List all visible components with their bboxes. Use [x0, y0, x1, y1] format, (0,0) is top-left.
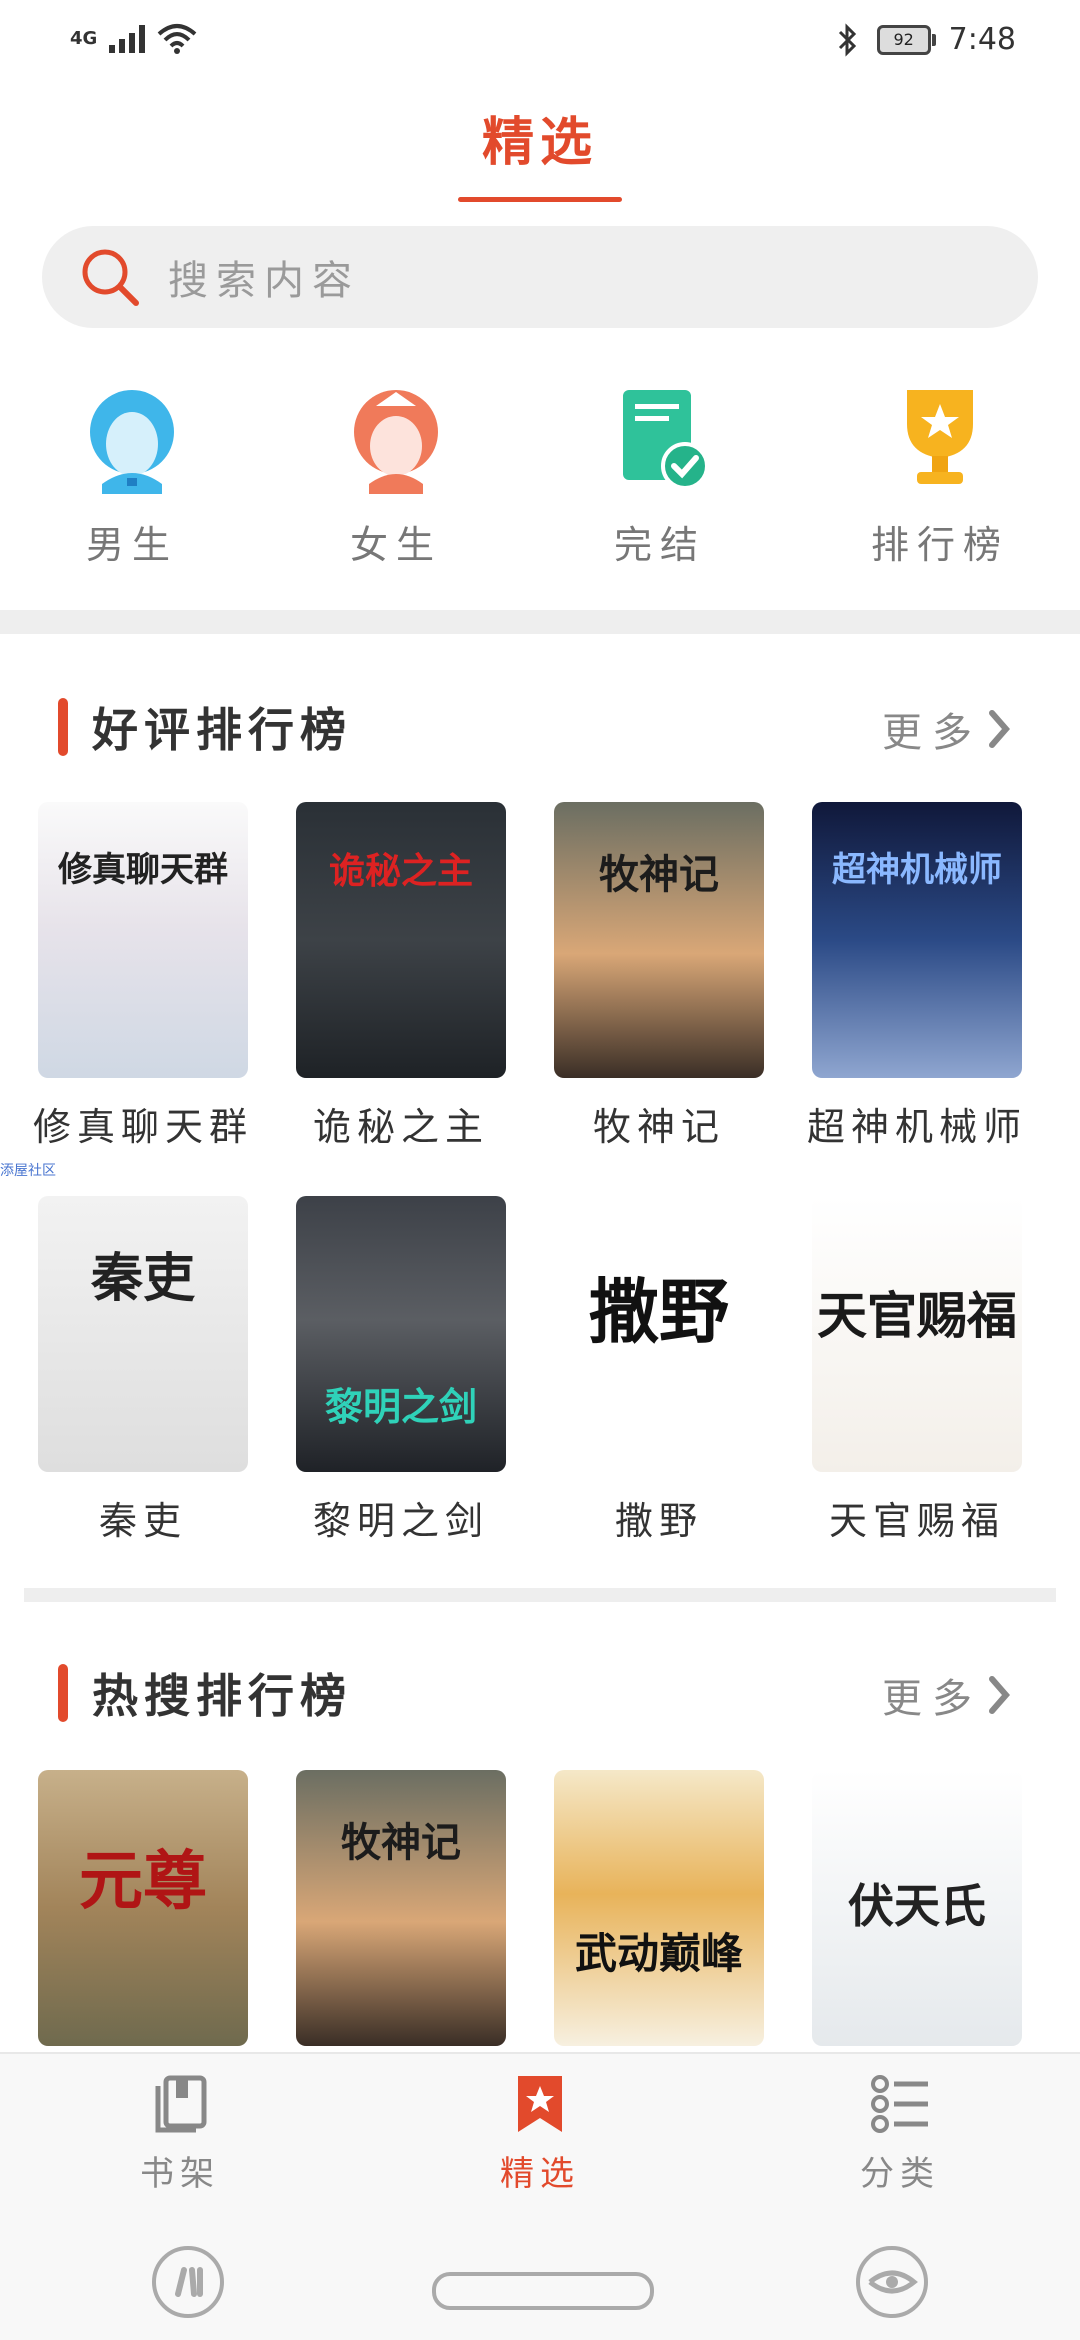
cover-text: 武动巅峰 [574, 1929, 743, 1978]
book-cover[interactable]: 诡秘之主 [296, 802, 506, 1078]
cover-text: 元尊 [79, 1845, 207, 1919]
system-nav-bar [0, 2232, 1080, 2340]
book-cover[interactable]: 元尊 [38, 1770, 248, 2046]
nav-bookshelf[interactable]: 书架 [80, 2072, 280, 2195]
quick-label: 排行榜 [870, 523, 1009, 567]
nav-label: 书架 [140, 2154, 220, 2194]
book-cover[interactable]: 撒野 [554, 1196, 764, 1472]
search-placeholder: 搜索内容 [168, 258, 360, 304]
cover-text: 牧神记 [599, 852, 719, 898]
section-good-ranking-header: 好评排行榜 更多 [0, 690, 1080, 760]
quick-item-girls[interactable]: 女生 [296, 384, 496, 569]
cover-text: 诡秘之主 [328, 851, 473, 892]
watermark: 添屋社区 [0, 1163, 56, 1179]
network-type: 4G [70, 27, 98, 49]
bluetooth-icon [838, 22, 856, 57]
more-label: 更多 [882, 710, 982, 756]
book-cover[interactable]: 黎明之剑 [296, 1196, 506, 1472]
app-switch-icon[interactable] [150, 2244, 226, 2320]
tab-underline [458, 197, 622, 202]
completed-book-icon [623, 390, 709, 490]
cover-text: 黎明之剑 [324, 1385, 477, 1429]
book-title[interactable]: 天官赐福 [787, 1490, 1047, 1545]
cover-text: 伏天氏 [848, 1879, 986, 1933]
cover-text: 修真聊天群 [58, 850, 228, 890]
book-title[interactable]: 超神机械师 [787, 1096, 1047, 1151]
book-cover[interactable]: 武动巅峰 [554, 1770, 764, 2046]
nav-label: 分类 [860, 2154, 940, 2194]
book-cover[interactable]: 超神机械师 [812, 802, 1022, 1078]
top-tab-featured[interactable]: 精选 [0, 100, 1080, 202]
home-pill[interactable] [432, 2272, 654, 2310]
book-title[interactable]: 修真聊天群 [13, 1096, 273, 1151]
quick-label: 完结 [613, 523, 706, 567]
trophy-icon [907, 390, 973, 484]
book-title[interactable]: 秦吏 [13, 1490, 273, 1545]
quick-label: 男生 [85, 523, 178, 567]
quick-item-ranking[interactable]: 排行榜 [840, 384, 1040, 569]
bottom-nav: 书架 精选 分类 [0, 2052, 1080, 2234]
clock: 7:48 [948, 22, 1016, 57]
chevron-right-icon [989, 1676, 1010, 1714]
section-title: 好评排行榜 [92, 703, 352, 757]
section-divider [24, 1588, 1056, 1602]
search-icon [82, 249, 139, 306]
page-title: 精选 [481, 113, 598, 173]
book-cover[interactable]: 修真聊天群 [38, 802, 248, 1078]
girl-avatar-icon [354, 390, 438, 494]
quick-item-completed[interactable]: 完结 [560, 384, 760, 569]
status-right: 92 7:48 [837, 22, 1016, 57]
book-title[interactable]: 撒野 [529, 1490, 789, 1545]
book-cover[interactable]: 牧神记 [554, 802, 764, 1078]
book-cover[interactable]: 天官赐福 [812, 1196, 1022, 1472]
book-title[interactable]: 黎明之剑 [271, 1490, 531, 1545]
nav-featured[interactable]: 精选 [440, 2072, 640, 2195]
more-button[interactable]: 更多 [882, 1666, 1012, 1724]
search-bar[interactable]: 搜索内容 [42, 226, 1038, 328]
status-left: 4G [70, 22, 197, 54]
bookshelf-icon [155, 2075, 207, 2133]
featured-bookmark-icon [518, 2076, 562, 2132]
book-cover[interactable]: 伏天氏 [812, 1770, 1022, 2046]
chevron-right-icon [989, 710, 1010, 748]
section-accent-bar [58, 698, 68, 756]
book-title[interactable]: 诡秘之主 [271, 1096, 531, 1151]
nav-label: 精选 [500, 2154, 580, 2194]
wifi-icon [157, 24, 197, 54]
signal-icon [109, 23, 146, 53]
book-cover[interactable]: 牧神记 [296, 1770, 506, 2046]
cover-text: 超神机械师 [832, 850, 1002, 890]
battery-indicator: 92 [876, 24, 936, 55]
eye-care-icon[interactable] [854, 2244, 930, 2320]
boy-avatar-icon [90, 390, 174, 494]
quick-label: 女生 [349, 523, 442, 567]
status-bar: 4G 92 7:48 [0, 0, 1080, 84]
more-button[interactable]: 更多 [882, 700, 1012, 758]
section-divider [0, 610, 1080, 634]
nav-category[interactable]: 分类 [800, 2072, 1000, 2195]
cover-text: 秦吏 [90, 1249, 195, 1309]
quick-entries: 男生 女生 完结 排行榜 [0, 384, 1080, 584]
book-title[interactable]: 牧神记 [529, 1096, 789, 1151]
section-accent-bar [58, 1664, 68, 1722]
cover-text: 牧神记 [341, 1820, 461, 1866]
category-list-icon [871, 2075, 928, 2133]
section-hot-search-header: 热搜排行榜 更多 [0, 1656, 1080, 1726]
cover-text: 天官赐福 [817, 1287, 1017, 1345]
book-cover[interactable]: 秦吏 [38, 1196, 248, 1472]
more-label: 更多 [882, 1676, 982, 1722]
quick-item-boys[interactable]: 男生 [32, 384, 232, 569]
cover-text: 撒野 [589, 1271, 729, 1353]
section-title: 热搜排行榜 [92, 1669, 352, 1723]
